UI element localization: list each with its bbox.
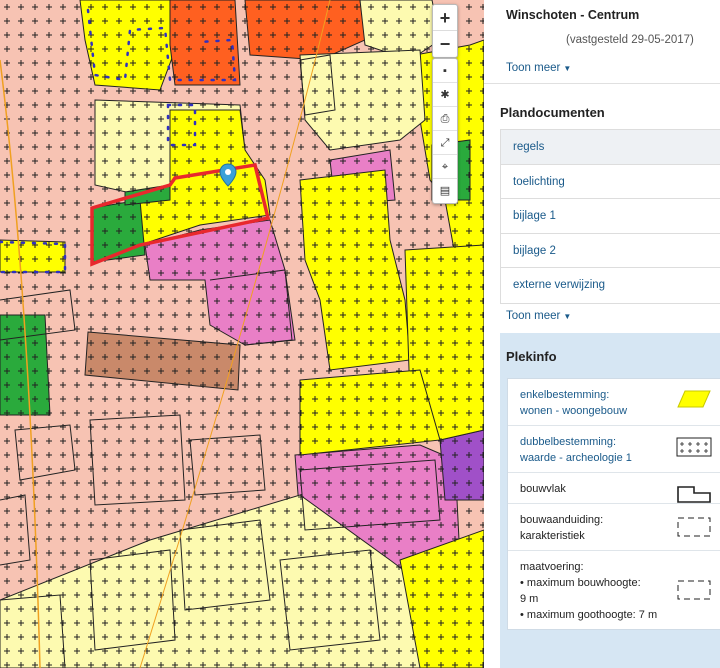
toon-meer-label: Toon meer <box>506 310 561 322</box>
item-line: 9 m <box>520 593 539 605</box>
item-line: enkelbestemming: <box>520 389 610 401</box>
document-list: regels toelichting bijlage 1 bijlage 2 e… <box>500 129 720 304</box>
document-item-externe-verwijzing[interactable]: externe verwijzing <box>501 268 720 303</box>
settings-icon[interactable]: ✱ <box>433 83 457 107</box>
toon-meer-label: Toon meer <box>506 62 561 74</box>
caret-down-icon: ▼ <box>563 64 572 73</box>
crosshatch-icon <box>676 437 712 457</box>
plandocumenten-title: Plandocumenten <box>500 105 605 120</box>
zoom-control: + − <box>432 4 458 58</box>
item-line: • maximum goothoogte: 7 m <box>520 609 658 621</box>
locate-icon[interactable]: ⌖ <box>433 155 457 179</box>
toon-meer-documents-link[interactable]: Toon meer ▼ <box>506 310 571 322</box>
fullscreen-icon[interactable]: ⤢ <box>433 131 457 155</box>
plekinfo-list: enkelbestemming: wonen - woongebouw dubb… <box>507 378 720 630</box>
zoom-out-button[interactable]: − <box>433 31 457 57</box>
bouwvlak-outline-icon <box>677 486 711 503</box>
plekinfo-item-maatvoering: maatvoering: • maximum bouwhoogte: 9 m •… <box>508 551 720 629</box>
print-icon[interactable]: ⎙ <box>433 107 457 131</box>
zoom-in-button[interactable]: + <box>433 5 457 31</box>
plekinfo-panel: Plekinfo enkelbestemming: wonen - woonge… <box>500 333 720 668</box>
item-line: karakteristiek <box>520 530 585 542</box>
map-view[interactable]: + − ▪ ✱ ⎙ ⤢ ⌖ ▤ <box>0 0 484 668</box>
app-root: + − ▪ ✱ ⎙ ⤢ ⌖ ▤ Winschoten - Centrum (va… <box>0 0 720 668</box>
plekinfo-title: Plekinfo <box>506 349 557 364</box>
document-item-bijlage-1[interactable]: bijlage 1 <box>501 199 720 234</box>
document-item-toelichting[interactable]: toelichting <box>501 165 720 199</box>
divider <box>484 83 720 84</box>
plekinfo-item-bouwaanduiding: bouwaanduiding: karakteristiek <box>508 504 720 551</box>
item-line: • maximum bouwhoogte: <box>520 577 641 589</box>
caret-down-icon: ▼ <box>563 312 572 321</box>
layers-icon[interactable]: ▪ <box>433 59 457 83</box>
map-toolbar: ▪ ✱ ⎙ ⤢ ⌖ ▤ <box>432 58 458 204</box>
item-line: bouwaanduiding: <box>520 514 604 526</box>
legend-icon[interactable]: ▤ <box>433 179 457 203</box>
item-line: maatvoering: <box>520 561 584 573</box>
side-panel: Winschoten - Centrum (vastgesteld 29-05-… <box>484 0 720 668</box>
toon-meer-link[interactable]: Toon meer ▼ <box>506 62 571 74</box>
plekinfo-item-enkelbestemming[interactable]: enkelbestemming: wonen - woongebouw <box>508 379 720 426</box>
item-line: bouwvlak <box>520 483 566 495</box>
plan-name: Winschoten - Centrum <box>506 8 640 22</box>
document-item-bijlage-2[interactable]: bijlage 2 <box>501 234 720 268</box>
item-line: wonen - woongebouw <box>520 405 628 417</box>
item-line: waarde - archeologie 1 <box>520 452 632 464</box>
yellow-parallelogram-icon <box>677 390 711 408</box>
dashed-box-icon <box>677 517 711 537</box>
plekinfo-item-dubbelbestemming[interactable]: dubbelbestemming: waarde - archeologie 1 <box>508 426 720 473</box>
plekinfo-item-bouwvlak: bouwvlak <box>508 473 720 504</box>
plan-date: (vastgesteld 29-05-2017) <box>566 34 694 46</box>
document-item-regels[interactable]: regels <box>501 130 720 165</box>
map-canvas[interactable] <box>0 0 484 668</box>
dashed-box-icon <box>677 580 711 600</box>
item-line: dubbelbestemming: <box>520 436 617 448</box>
plan-header: Winschoten - Centrum (vastgesteld 29-05-… <box>484 0 720 46</box>
archeologie-hatch <box>0 0 484 668</box>
